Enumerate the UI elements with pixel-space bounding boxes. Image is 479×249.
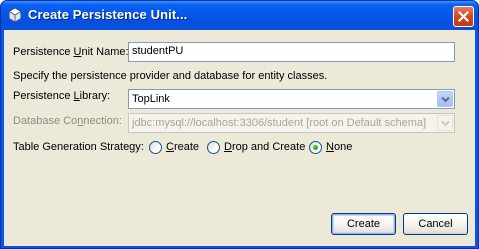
connection-select[interactable]: jdbc:mysql://localhost:3306/student [roo… bbox=[128, 113, 455, 133]
library-value: TopLink bbox=[132, 93, 170, 105]
strategy-option-drop-label[interactable]: Drop and Create bbox=[224, 141, 305, 153]
window-title: Create Persistence Unit... bbox=[28, 7, 188, 22]
strategy-option-create-label[interactable]: Create bbox=[166, 141, 199, 153]
strategy-label: Table Generation Strategy: bbox=[13, 141, 144, 153]
library-select[interactable]: TopLink bbox=[128, 89, 455, 109]
chevron-down-icon bbox=[440, 120, 450, 126]
strategy-option-none-label[interactable]: None bbox=[326, 141, 352, 153]
strategy-radio-create[interactable] bbox=[149, 141, 162, 154]
cancel-button[interactable]: Cancel bbox=[403, 213, 468, 235]
close-icon bbox=[458, 11, 469, 22]
strategy-radio-none[interactable] bbox=[309, 141, 322, 154]
dialog-body: Persistence Unit Name: studentPU Specify… bbox=[4, 30, 475, 246]
title-bar[interactable]: Create Persistence Unit... bbox=[1, 1, 478, 30]
connection-label: Database Connection: bbox=[13, 115, 122, 127]
unit-name-label: Persistence Unit Name: bbox=[13, 46, 129, 58]
radio-selected-dot bbox=[313, 145, 318, 150]
java-cup-icon bbox=[8, 7, 22, 23]
description-text: Specify the persistence provider and dat… bbox=[13, 70, 328, 82]
library-label: Persistence Library: bbox=[13, 90, 111, 102]
connection-value: jdbc:mysql://localhost:3306/student [roo… bbox=[132, 117, 427, 129]
connection-dropdown-button[interactable] bbox=[437, 115, 453, 131]
unit-name-input[interactable]: studentPU bbox=[128, 42, 455, 62]
close-button[interactable] bbox=[453, 6, 474, 27]
create-button[interactable]: Create bbox=[331, 213, 396, 235]
library-dropdown-button[interactable] bbox=[437, 91, 453, 107]
strategy-radio-drop-and-create[interactable] bbox=[207, 141, 220, 154]
chevron-down-icon bbox=[440, 96, 450, 102]
dialog-window: Create Persistence Unit... Persistence U… bbox=[0, 0, 479, 249]
